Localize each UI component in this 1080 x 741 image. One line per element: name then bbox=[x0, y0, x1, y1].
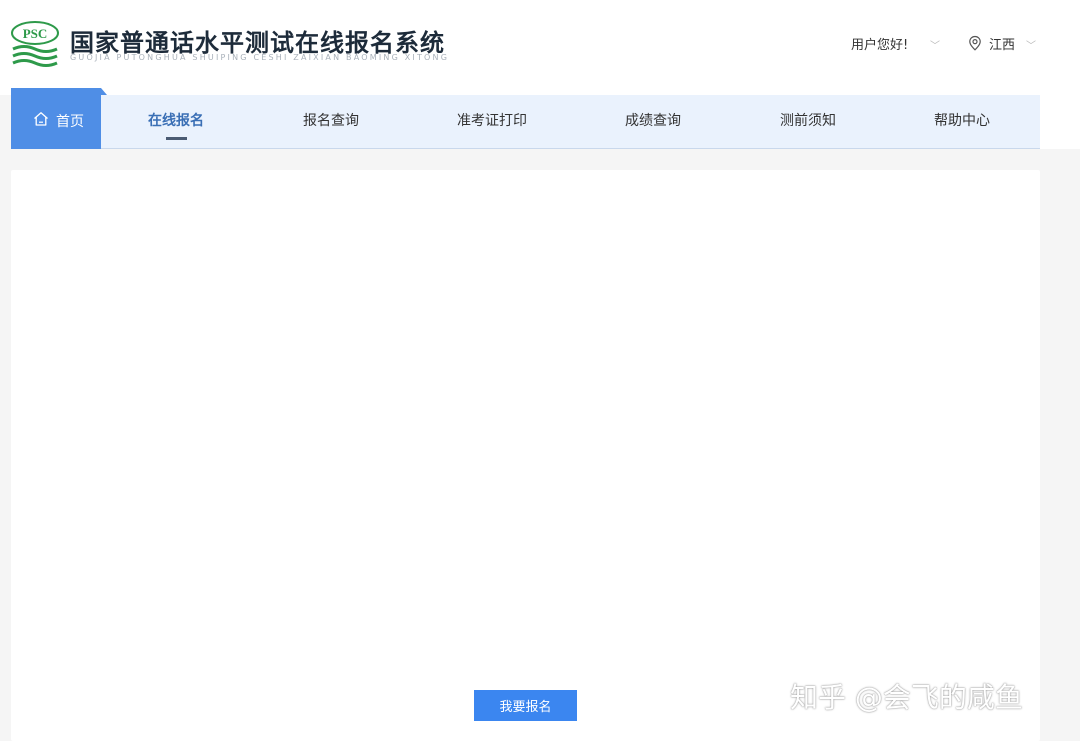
nav-item-pretest-notice[interactable]: 测前须知 bbox=[768, 95, 848, 148]
user-menu-chevron-down-icon[interactable]: ﹀ bbox=[930, 37, 940, 52]
nav-home-tab[interactable]: 首页 bbox=[11, 88, 107, 149]
nav-item-online-signup[interactable]: 在线报名 bbox=[136, 95, 216, 148]
nav-item-score-query[interactable]: 成绩查询 bbox=[613, 95, 693, 148]
nav-active-indicator bbox=[166, 137, 187, 140]
nav-side-fill bbox=[1040, 95, 1080, 149]
nav-item-signup-query[interactable]: 报名查询 bbox=[291, 95, 371, 148]
nav-home-label: 首页 bbox=[56, 114, 84, 130]
home-icon bbox=[34, 112, 48, 126]
nav-item-admission-ticket[interactable]: 准考证打印 bbox=[452, 95, 532, 148]
home-tab-corner bbox=[101, 88, 107, 95]
logo-text: PSC bbox=[23, 26, 48, 41]
location-icon[interactable] bbox=[967, 35, 983, 51]
psc-logo[interactable]: PSC bbox=[10, 20, 60, 68]
location-chevron-down-icon[interactable]: ﹀ bbox=[1026, 37, 1036, 52]
location-selector[interactable]: 江西 bbox=[989, 34, 1015, 53]
nav-item-help-center[interactable]: 帮助中心 bbox=[922, 95, 1002, 148]
watermark-text: 知乎 @会飞的咸鱼 bbox=[790, 681, 1023, 714]
main-content-panel bbox=[11, 170, 1040, 741]
site-subtitle: GUOJIA PUTONGHUA SHUIPING CESHI ZAIXIAN … bbox=[70, 53, 450, 62]
signup-button[interactable]: 我要报名 bbox=[474, 690, 577, 721]
user-greeting[interactable]: 用户您好! bbox=[851, 34, 908, 53]
